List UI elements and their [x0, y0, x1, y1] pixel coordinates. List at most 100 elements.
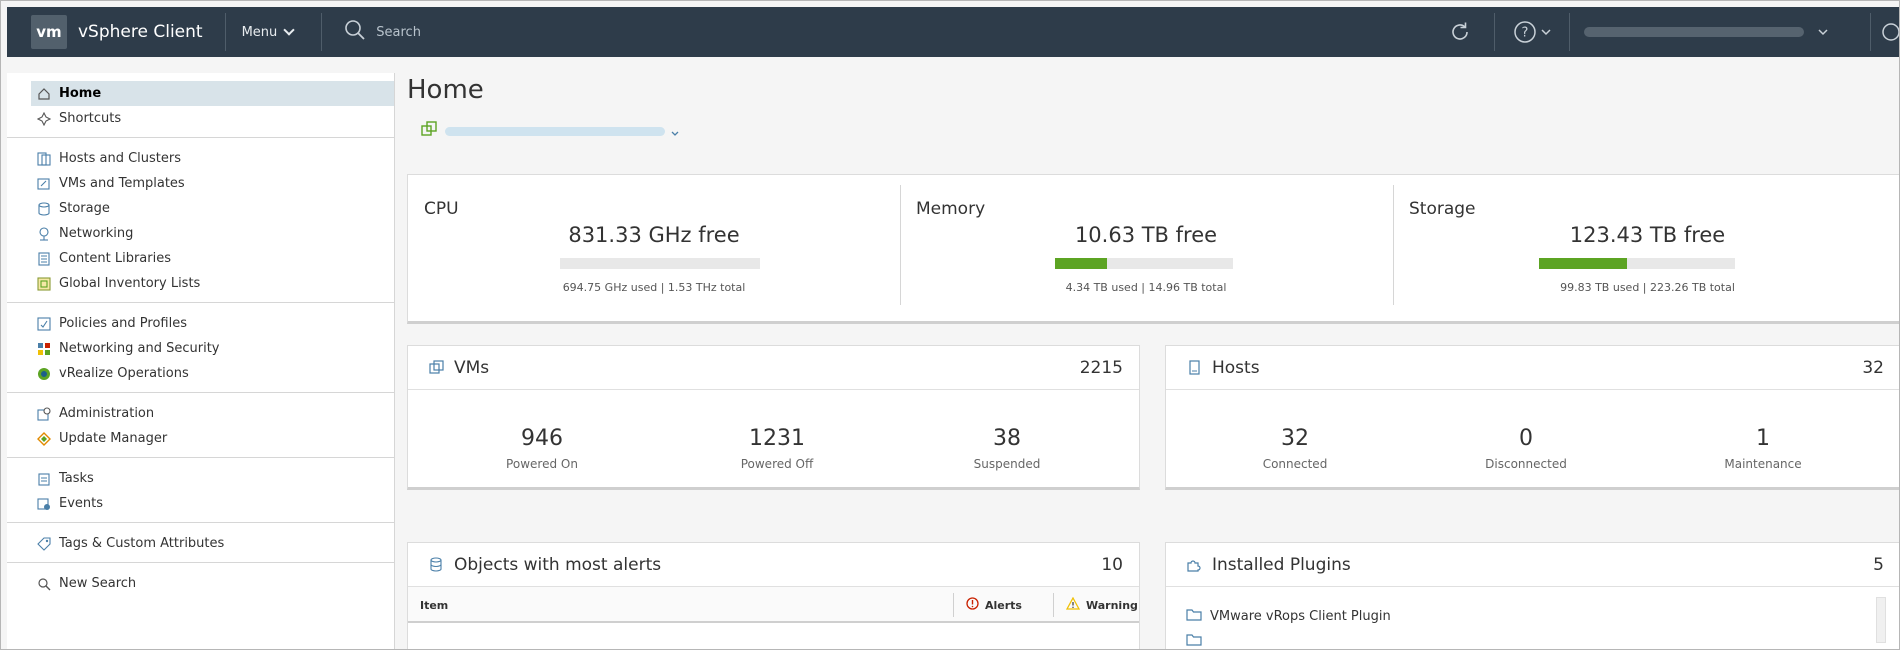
memory-usage-fill [1055, 258, 1107, 269]
stat-value: 1 [1756, 426, 1770, 451]
plugins-scrollbar[interactable] [1876, 597, 1886, 643]
sidebar-item-label: Content Libraries [59, 251, 171, 266]
hosts-card-header: Hosts 32 [1166, 346, 1899, 390]
column-label: Alerts [985, 598, 1022, 612]
vms-suspended[interactable]: 38 Suspended [927, 426, 1087, 471]
sidebar-item-update-manager[interactable]: Update Manager [7, 426, 394, 451]
sidebar-item-tasks[interactable]: Tasks [7, 466, 394, 491]
sidebar-item-label: Events [59, 496, 104, 511]
vm-icon [428, 360, 444, 376]
vms-card-header: VMs 2215 [408, 346, 1139, 390]
nav-group: Administration Update Manager [7, 393, 394, 458]
plugins-count: 5 [1873, 554, 1884, 575]
sidebar-item-home[interactable]: Home [31, 81, 394, 106]
main-content: Home CPU 831.33 GHz free 694.75 GHz used… [407, 57, 1899, 649]
sidebar-item-label: Global Inventory Lists [59, 276, 201, 291]
sidebar-item-vms-templates[interactable]: VMs and Templates [7, 171, 394, 196]
chevron-down-icon[interactable] [1818, 28, 1828, 36]
refresh-icon[interactable] [1448, 20, 1472, 44]
hosts-connected[interactable]: 32 Connected [1215, 426, 1375, 471]
events-icon [37, 497, 51, 511]
vms-powered-off[interactable]: 1231 Powered Off [697, 426, 857, 471]
nav-group: Home Shortcuts [7, 73, 394, 138]
sidebar-item-label: Tasks [59, 471, 94, 486]
sidebar-item-label: Storage [59, 201, 110, 216]
network-security-icon [37, 342, 51, 356]
tag-icon [37, 536, 51, 551]
storage-usage-fill [1539, 258, 1628, 269]
page-title: Home [407, 75, 484, 105]
hosts-count: 32 [1862, 357, 1884, 378]
alerts-card-header: Objects with most alerts 10 [408, 543, 1139, 587]
vcenter-selector[interactable] [421, 121, 679, 141]
sidebar-item-label: Shortcuts [59, 111, 122, 126]
stat-label: Connected [1262, 457, 1328, 471]
sidebar-item-label: vRealize Operations [59, 366, 189, 381]
inventory-lists-icon [37, 276, 51, 291]
sidebar: Home Shortcuts Hosts and Clusters VMs an… [7, 73, 395, 649]
sidebar-item-hosts-clusters[interactable]: Hosts and Clusters [7, 146, 394, 171]
sidebar-item-networking-security[interactable]: Networking and Security [7, 336, 394, 361]
hosts-disconnected[interactable]: 0 Disconnected [1446, 426, 1606, 471]
shortcuts-icon [37, 111, 51, 126]
memory-usage-text: 4.34 TB used | 14.96 TB total [1065, 281, 1227, 294]
col-item[interactable]: Item [420, 587, 448, 623]
stat-label: Maintenance [1724, 457, 1802, 471]
app-window: vm vSphere Client Menu ? [0, 0, 1900, 650]
sidebar-item-label: Networking and Security [59, 341, 220, 356]
help-icon[interactable]: ? [1513, 20, 1537, 44]
svg-text:?: ? [1522, 26, 1529, 41]
cpu-free: 831.33 GHz free [568, 223, 740, 247]
sidebar-item-events[interactable]: Events [7, 491, 394, 516]
sidebar-item-label: Policies and Profiles [59, 316, 188, 331]
header-divider [321, 13, 323, 51]
storage-resource: Storage 123.43 TB free 99.83 TB used | 2… [1393, 185, 1899, 309]
sidebar-item-administration[interactable]: Administration [7, 401, 394, 426]
search-icon [37, 577, 51, 591]
user-name[interactable] [1584, 27, 1804, 37]
stat-value: 38 [993, 426, 1021, 451]
col-alerts[interactable]: Alerts [966, 587, 1022, 623]
chevron-down-icon [283, 24, 295, 36]
sidebar-item-shortcuts[interactable]: Shortcuts [7, 106, 394, 131]
hosts-maintenance[interactable]: 1 Maintenance [1683, 426, 1843, 471]
column-divider [1053, 593, 1054, 617]
alerts-title: Objects with most alerts [454, 554, 662, 575]
plugins-card-header: Installed Plugins 5 [1166, 543, 1899, 587]
storage-icon [37, 201, 51, 216]
stat-value: 0 [1519, 426, 1533, 451]
cpu-usage-text: 694.75 GHz used | 1.53 THz total [562, 281, 746, 294]
sidebar-item-new-search[interactable]: New Search [7, 571, 394, 596]
user-icon[interactable] [1881, 22, 1899, 42]
top-header: vm vSphere Client Menu ? [7, 7, 1899, 57]
vms-count: 2215 [1079, 357, 1123, 378]
search-input[interactable] [376, 24, 977, 40]
col-warning[interactable]: Warning [1065, 587, 1138, 623]
sidebar-item-tags[interactable]: Tags & Custom Attributes [7, 531, 394, 556]
sidebar-item-label: VMs and Templates [59, 176, 185, 191]
memory-free: 10.63 TB free [1074, 223, 1218, 247]
vcenter-name [445, 126, 665, 136]
sidebar-item-label: Networking [59, 226, 134, 241]
nav-group: Policies and Profiles Networking and Sec… [7, 303, 394, 393]
alerts-count: 10 [1101, 554, 1123, 575]
vms-card: VMs 2215 946 Powered On 1231 Powered Off 3… [407, 345, 1140, 490]
host-icon [1186, 360, 1202, 376]
sidebar-item-vrealize[interactable]: vRealize Operations [7, 361, 394, 386]
sidebar-item-storage[interactable]: Storage [7, 196, 394, 221]
cpu-usage-bar [560, 258, 760, 269]
sidebar-item-networking[interactable]: Networking [7, 221, 394, 246]
menu-button[interactable]: Menu [242, 24, 295, 40]
chevron-down-icon[interactable] [1541, 28, 1551, 36]
nav-group: Hosts and Clusters VMs and Templates Sto… [7, 138, 394, 303]
sidebar-item-policies[interactable]: Policies and Profiles [7, 311, 394, 336]
vms-powered-on[interactable]: 946 Powered On [462, 426, 622, 471]
search-icon [344, 19, 366, 45]
home-icon [37, 87, 51, 101]
sidebar-item-content-libraries[interactable]: Content Libraries [7, 246, 394, 271]
plugin-item[interactable] [1186, 633, 1210, 649]
alerts-table-header: Item Alerts Warning [408, 587, 1139, 623]
sidebar-item-global-inventory[interactable]: Global Inventory Lists [7, 271, 394, 296]
app-title: vSphere Client [78, 22, 203, 42]
plugin-item[interactable]: VMware vRops Client Plugin [1186, 608, 1391, 625]
